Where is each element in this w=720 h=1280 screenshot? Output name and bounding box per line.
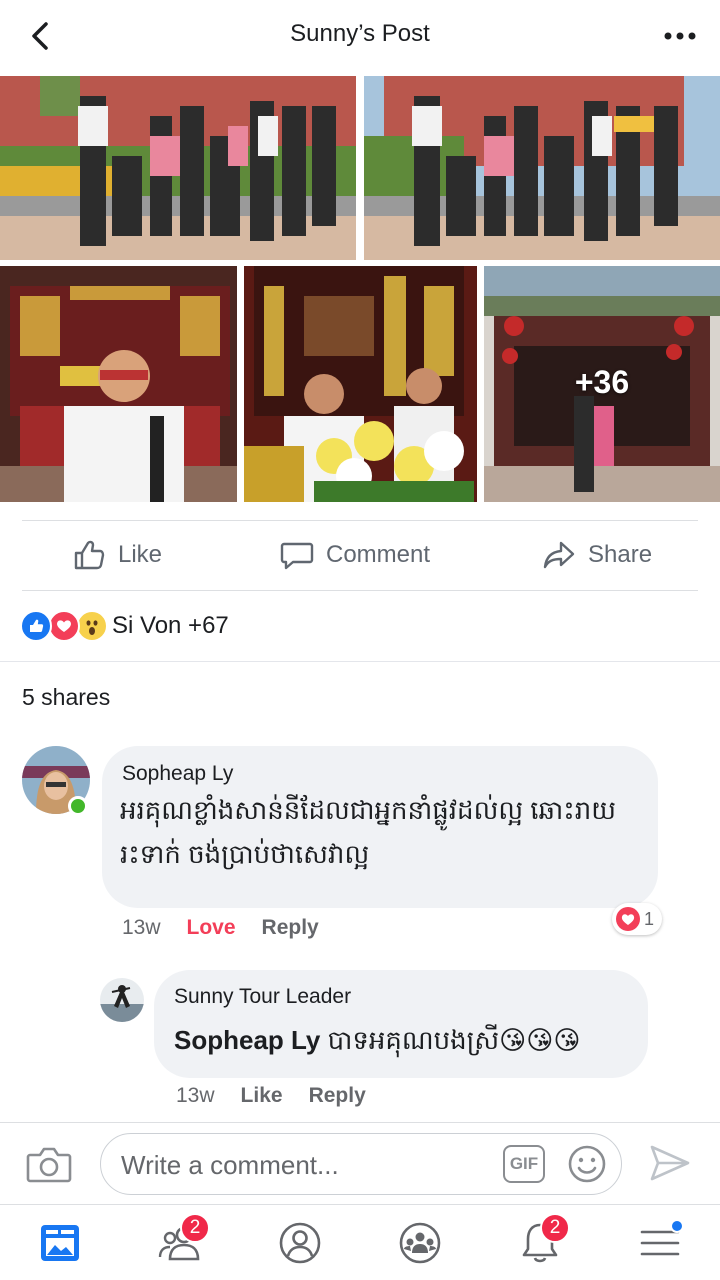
comment-reaction-count[interactable]: 1 bbox=[612, 903, 663, 935]
nav-menu[interactable] bbox=[630, 1217, 690, 1269]
nav-notifications[interactable]: 2 bbox=[510, 1213, 570, 1269]
divider bbox=[22, 520, 698, 521]
comment-text-line2: រះទាក់ ចង់ប្រាប់ថាសេវាល្អ bbox=[120, 839, 370, 869]
send-icon[interactable] bbox=[648, 1143, 692, 1188]
profile-icon bbox=[279, 1222, 321, 1264]
comment-composer: GIF bbox=[0, 1122, 720, 1204]
post-photo-4[interactable] bbox=[244, 266, 477, 502]
share-label: Share bbox=[588, 541, 653, 568]
avatar[interactable] bbox=[100, 978, 144, 1022]
nav-groups[interactable] bbox=[390, 1217, 450, 1269]
divider bbox=[0, 661, 720, 662]
comment-author[interactable]: Sunny Tour Leader bbox=[174, 985, 351, 1009]
comment-input-box[interactable]: GIF bbox=[100, 1133, 622, 1195]
camera-icon[interactable] bbox=[26, 1145, 72, 1190]
comment-label: Comment bbox=[326, 541, 431, 568]
groups-icon bbox=[399, 1222, 441, 1264]
bottom-navigation: 2 2 bbox=[0, 1204, 720, 1280]
post-photo-3[interactable] bbox=[0, 266, 237, 502]
comment-time[interactable]: 13w bbox=[122, 916, 161, 940]
like-button[interactable]: Like bbox=[72, 538, 162, 572]
nav-profile[interactable] bbox=[270, 1217, 330, 1269]
post-photo-1[interactable] bbox=[0, 76, 356, 260]
comment-bubble: Sunny Tour Leader Sopheap Ly បាទអគុណបងស្… bbox=[154, 970, 648, 1078]
reply-button[interactable]: Reply bbox=[262, 916, 319, 940]
like-label: Like bbox=[118, 541, 163, 568]
comment-icon bbox=[280, 542, 314, 570]
post-photo-2[interactable] bbox=[364, 76, 720, 260]
thumbs-up-icon bbox=[74, 540, 105, 570]
comment-input[interactable] bbox=[121, 1148, 491, 1182]
emoji-icon[interactable] bbox=[567, 1144, 607, 1189]
comment-meta: 13w Love Reply bbox=[122, 916, 319, 940]
comment-time[interactable]: 13w bbox=[176, 1084, 215, 1108]
menu-update-dot bbox=[670, 1219, 684, 1233]
share-arrow-icon bbox=[543, 541, 575, 569]
love-reaction-icon bbox=[616, 907, 640, 931]
like-reaction-icon bbox=[20, 610, 52, 642]
share-button[interactable]: Share bbox=[542, 538, 652, 572]
like-comment-button[interactable]: Like bbox=[241, 1084, 283, 1108]
reactions-text: Si Von +67 bbox=[112, 612, 229, 639]
comment-meta: 13w Like Reply bbox=[176, 1084, 366, 1108]
comment-text: Sopheap Ly បាទអគុណបងស្រី😘😘😘 bbox=[174, 1020, 580, 1060]
online-status-dot bbox=[68, 796, 88, 816]
love-reaction-icon bbox=[48, 610, 80, 642]
comment-bubble: Sopheap Ly អរគុណខ្លាំងសាន់នីដែលជាអ្នកនាំ… bbox=[102, 746, 658, 908]
comment-text: អរគុណខ្លាំងសាន់នីដែលជាអ្នកនាំផ្លូវដល់ល្អ… bbox=[120, 795, 616, 825]
post-photo-5[interactable]: +36 bbox=[484, 266, 720, 502]
page-title: Sunny’s Post bbox=[290, 20, 430, 47]
reactions-summary[interactable]: Si Von +67 bbox=[20, 606, 229, 646]
comment-reply-text: បាទអគុណបងស្រី😘😘😘 bbox=[320, 1025, 581, 1055]
more-photos-count[interactable]: +36 bbox=[484, 364, 720, 401]
reply-button[interactable]: Reply bbox=[309, 1084, 366, 1108]
love-reaction-button[interactable]: Love bbox=[187, 916, 236, 940]
notifications-badge: 2 bbox=[540, 1213, 570, 1243]
reaction-count: 1 bbox=[644, 908, 655, 929]
comment-author[interactable]: Sopheap Ly bbox=[122, 762, 233, 786]
comment-mention[interactable]: Sopheap Ly bbox=[174, 1025, 320, 1055]
nav-friends[interactable]: 2 bbox=[150, 1213, 210, 1269]
comment-button[interactable]: Comment bbox=[280, 538, 430, 572]
shares-count[interactable]: 5 shares bbox=[22, 684, 110, 711]
divider bbox=[22, 590, 698, 591]
news-feed-icon bbox=[41, 1225, 79, 1261]
wow-reaction-icon bbox=[76, 610, 108, 642]
more-dots-icon[interactable] bbox=[660, 22, 700, 50]
nav-news-feed[interactable] bbox=[30, 1217, 90, 1269]
friend-requests-badge: 2 bbox=[180, 1213, 210, 1243]
top-bar: Sunny’s Post bbox=[0, 0, 720, 72]
gif-button[interactable]: GIF bbox=[503, 1145, 545, 1183]
action-bar: Like Comment Share bbox=[0, 522, 720, 590]
